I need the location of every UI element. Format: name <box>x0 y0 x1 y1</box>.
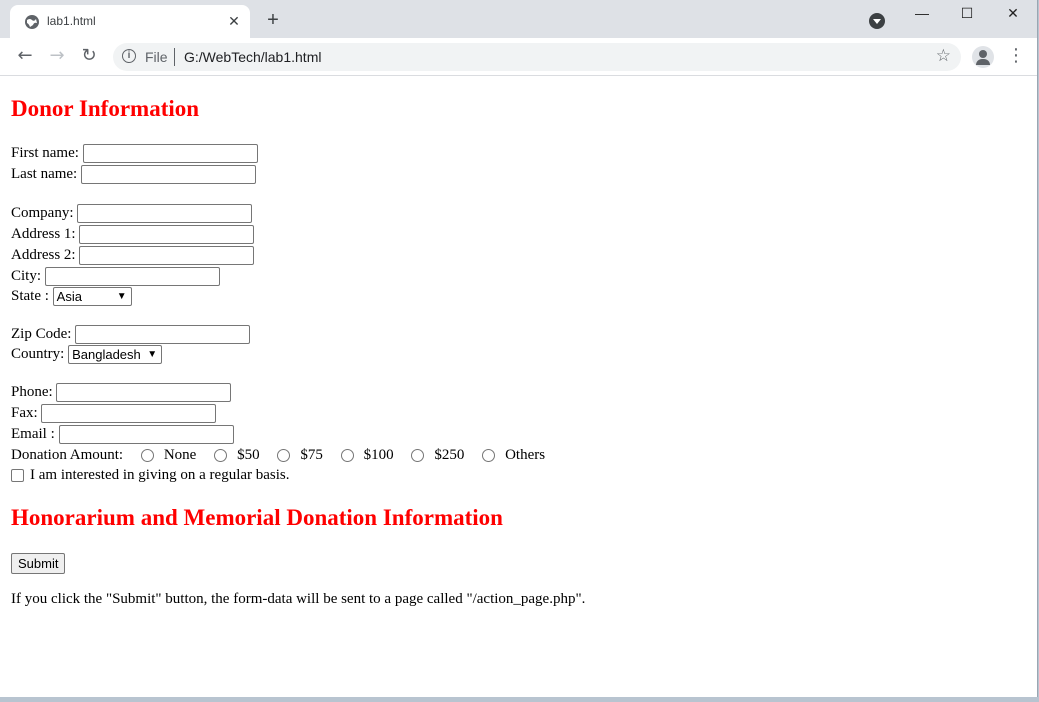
address2-input[interactable] <box>79 246 255 266</box>
address2-label: Address 2: <box>11 247 76 263</box>
donation-option-250: $250 <box>434 447 465 463</box>
fax-input[interactable] <box>41 404 217 424</box>
country-select[interactable]: Bangladesh ▼ <box>68 345 163 365</box>
last-name-row: Last name: <box>11 164 256 185</box>
email-input[interactable] <box>58 425 234 445</box>
forward-icon[interactable]: → <box>44 43 70 69</box>
donation-radio-others[interactable] <box>482 449 496 463</box>
city-label: City: <box>11 268 42 284</box>
zip-label: Zip Code: <box>11 326 72 342</box>
state-selected-value: Asia <box>56 289 82 305</box>
tab-title: lab1.html <box>47 14 96 28</box>
donation-option-100: $100 <box>363 447 394 463</box>
company-label: Company: <box>11 205 74 221</box>
donor-info-heading: Donor Information <box>11 96 200 121</box>
address1-input[interactable] <box>79 225 255 245</box>
email-label: Email : <box>11 426 55 442</box>
regular-basis-checkbox[interactable] <box>11 469 24 483</box>
donation-amount-label: Donation Amount: <box>11 447 124 463</box>
info-icon[interactable]: i <box>122 49 136 63</box>
country-selected-value: Bangladesh <box>72 347 141 363</box>
address-bar[interactable]: i File G:/WebTech/lab1.html ☆ <box>113 43 961 71</box>
phone-label: Phone: <box>11 384 53 400</box>
donation-radio-250[interactable] <box>411 449 425 463</box>
zip-row: Zip Code: <box>11 324 251 345</box>
city-row: City: <box>11 266 220 287</box>
last-name-input[interactable] <box>80 165 256 185</box>
minimize-button[interactable]: — <box>899 0 945 28</box>
profile-body <box>976 59 990 65</box>
footer-note: If you click the "Submit" button, the fo… <box>11 591 586 607</box>
fax-label: Fax: <box>11 405 38 421</box>
donation-row: Donation Amount: None $50 $75 $100 $250 … <box>11 445 545 465</box>
close-window-button[interactable]: ✕ <box>990 0 1036 28</box>
page-content: Donor Information First name: Last name:… <box>3 76 1033 696</box>
state-select[interactable]: Asia ▼ <box>52 287 132 307</box>
browser-window: lab1.html ✕ + — ☐ ✕ ← → ↻ i File G:/WebT… <box>0 0 1038 697</box>
globe-icon <box>25 15 39 29</box>
scheme-label: File <box>145 49 168 65</box>
first-name-input[interactable] <box>82 144 258 164</box>
regular-basis-label: I am interested in giving on a regular b… <box>30 467 290 483</box>
donation-option-none: None <box>163 447 197 463</box>
menu-icon[interactable]: ⋮ <box>1007 43 1025 69</box>
address1-row: Address 1: <box>11 224 255 245</box>
company-input[interactable] <box>77 204 253 224</box>
address1-label: Address 1: <box>11 226 76 242</box>
country-row: Country: Bangladesh ▼ <box>11 344 163 365</box>
donation-option-75: $75 <box>300 447 323 463</box>
email-row: Email : <box>11 424 234 445</box>
donation-radio-100[interactable] <box>340 449 354 463</box>
honorarium-heading: Honorarium and Memorial Donation Informa… <box>11 505 503 530</box>
company-row: Company: <box>11 203 253 224</box>
browser-toolbar: ← → ↻ i File G:/WebTech/lab1.html ☆ ⋮ <box>0 38 1037 76</box>
omnibox-separator <box>174 48 175 66</box>
profile-icon[interactable] <box>972 46 994 68</box>
address2-row: Address 2: <box>11 245 255 266</box>
first-name-label: First name: <box>11 145 79 161</box>
fax-row: Fax: <box>11 403 217 424</box>
phone-row: Phone: <box>11 382 232 403</box>
donation-radio-none[interactable] <box>140 449 154 463</box>
last-name-label: Last name: <box>11 166 78 182</box>
first-name-row: First name: <box>11 143 258 164</box>
profile-head <box>979 50 987 58</box>
reload-icon[interactable]: ↻ <box>76 43 102 69</box>
zip-input[interactable] <box>75 325 251 345</box>
state-label: State : <box>11 288 49 304</box>
country-label: Country: <box>11 346 65 362</box>
donation-radio-50[interactable] <box>214 449 228 463</box>
tab-search-icon[interactable] <box>869 13 885 29</box>
regular-basis-row: I am interested in giving on a regular b… <box>11 465 290 485</box>
donation-option-50: $50 <box>237 447 260 463</box>
tab-close-icon[interactable]: ✕ <box>224 11 244 31</box>
state-row: State : Asia ▼ <box>11 286 132 307</box>
back-icon[interactable]: ← <box>12 43 38 69</box>
donation-option-others: Others <box>505 447 546 463</box>
maximize-button[interactable]: ☐ <box>944 0 990 28</box>
tab-strip: lab1.html ✕ + — ☐ ✕ <box>0 0 1037 38</box>
browser-tab[interactable]: lab1.html ✕ <box>10 5 250 38</box>
submit-button[interactable]: Submit <box>11 553 66 574</box>
city-input[interactable] <box>44 267 220 287</box>
chevron-down-icon: ▼ <box>147 349 158 361</box>
star-icon[interactable]: ☆ <box>936 46 951 66</box>
donation-radio-75[interactable] <box>277 449 291 463</box>
new-tab-button[interactable]: + <box>262 9 284 31</box>
url-text[interactable]: G:/WebTech/lab1.html <box>184 49 321 65</box>
chevron-down-icon: ▼ <box>116 291 127 303</box>
phone-input[interactable] <box>56 383 232 403</box>
